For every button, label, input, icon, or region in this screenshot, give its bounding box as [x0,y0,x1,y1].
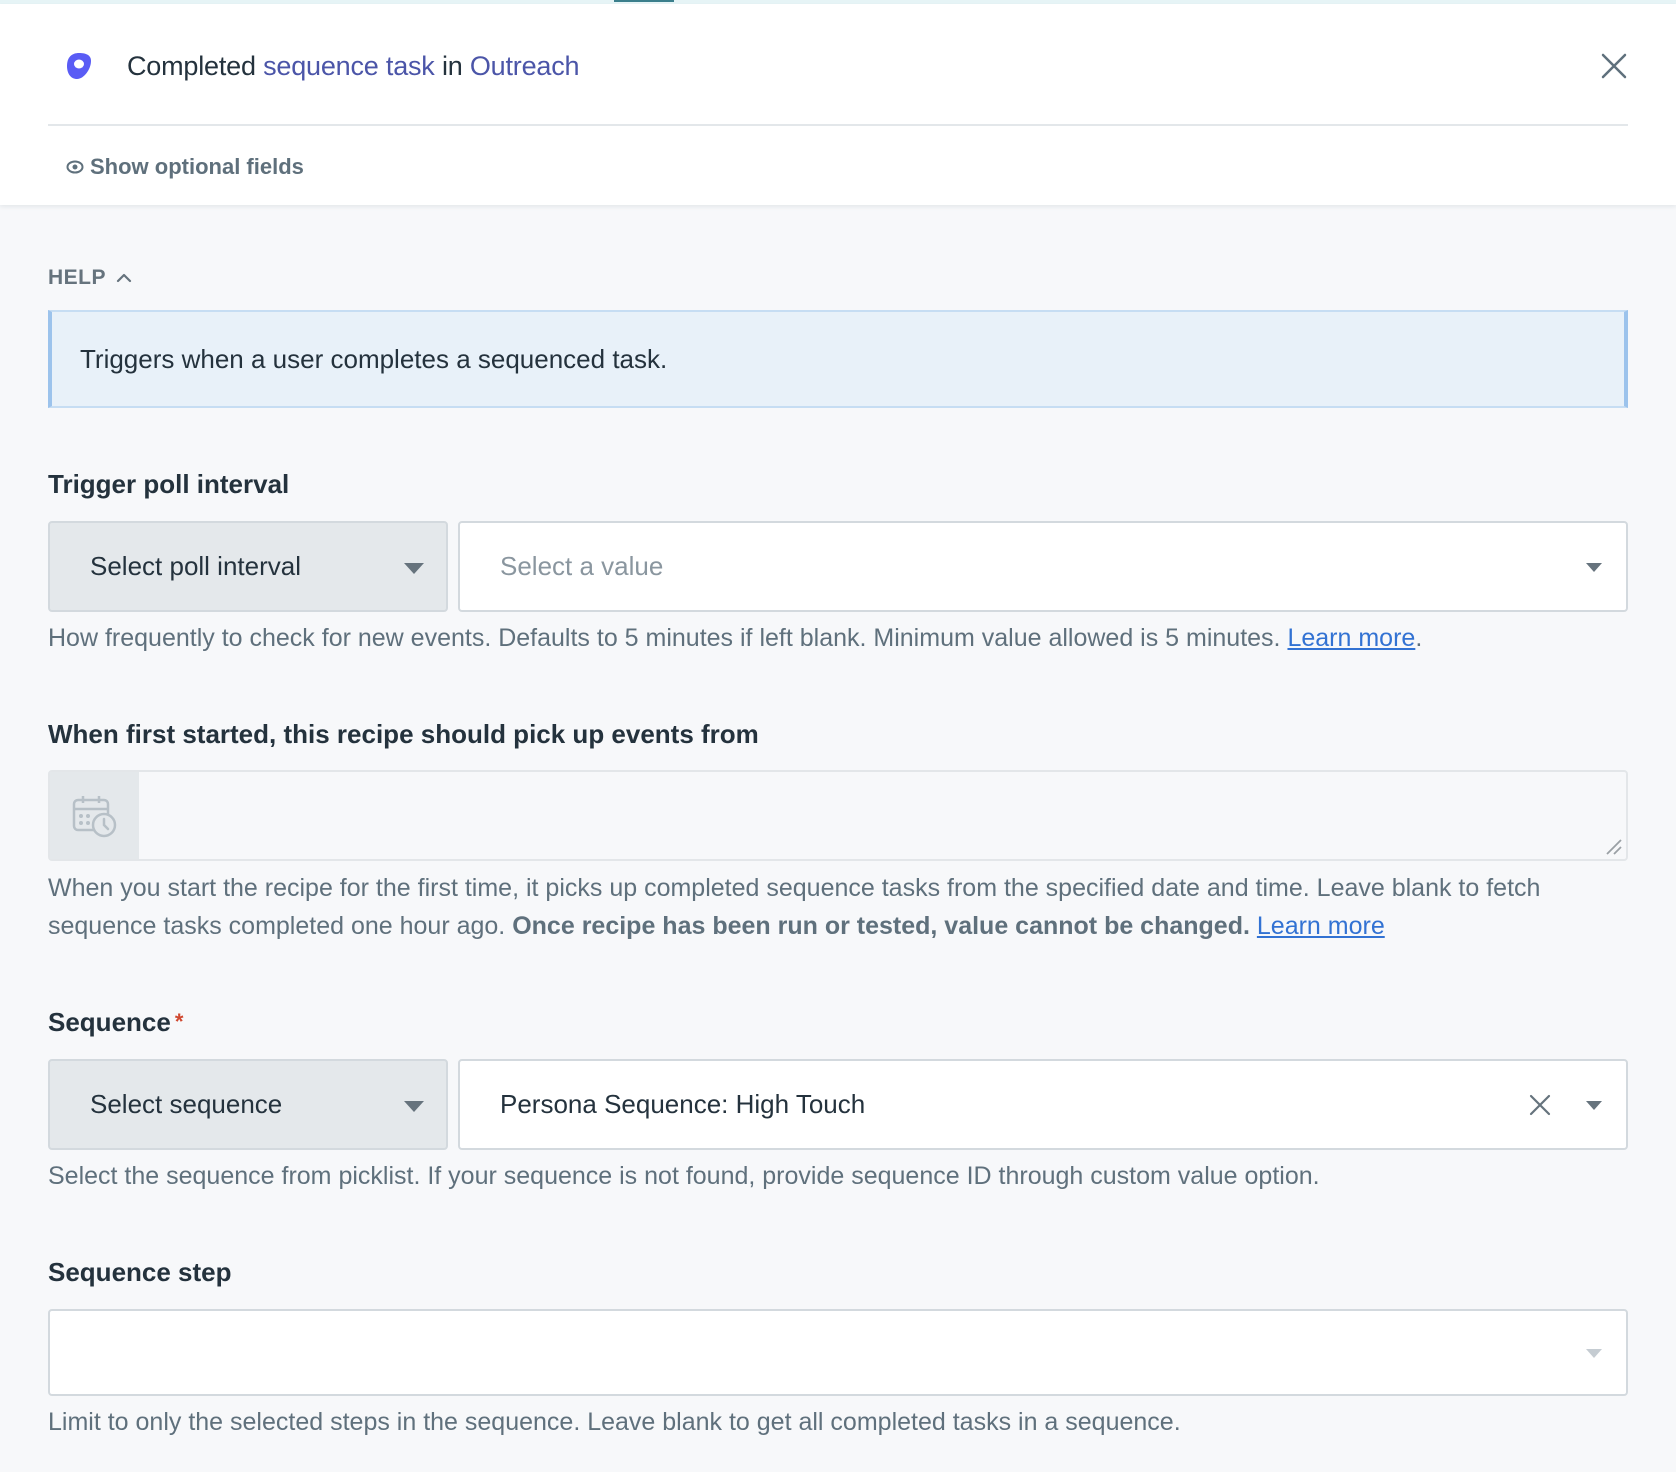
sequence-value-select[interactable]: Persona Sequence: High Touch [458,1059,1628,1150]
show-optional-fields-label: Show optional fields [90,154,304,179]
sequence-step-hint: Limit to only the selected steps in the … [48,1408,1181,1436]
caret-down-icon [404,563,424,574]
hint-period: . [1415,624,1423,652]
caret-down-icon [1586,1349,1602,1358]
eye-icon [66,160,84,174]
chevron-up-icon [116,273,132,283]
sequence-label-text: Sequence [48,1007,171,1037]
required-marker: * [174,1009,184,1034]
sequence-label: Sequence * [48,1006,183,1038]
sequence-mode-value: Select sequence [90,1089,283,1119]
caret-down-icon [404,1101,424,1112]
calendar-clock-icon [72,795,116,837]
caret-down-icon [1586,1101,1602,1110]
sequence-step-select[interactable] [48,1309,1628,1396]
close-icon[interactable] [1598,50,1630,82]
sequence-hint: Select the sequence from picklist. If yo… [48,1162,1320,1190]
help-toggle[interactable]: HELP [48,264,132,292]
clear-selection-icon[interactable] [1526,1091,1554,1119]
sequence-step-label: Sequence step [48,1257,232,1287]
poll-interval-learn-more-link[interactable]: Learn more [1287,624,1415,652]
start-from-hint-warning: Once recipe has been run or tested, valu… [512,912,1250,940]
active-tab-indicator [614,0,674,2]
date-picker-button[interactable] [50,772,139,859]
poll-interval-hint-text: How frequently to check for new events. … [48,624,1281,652]
poll-interval-label: Trigger poll interval [48,469,290,499]
header-divider [48,124,1628,126]
sequence-mode-select[interactable]: Select sequence [48,1059,448,1150]
title-app-link[interactable]: Outreach [470,51,580,81]
poll-interval-value-select[interactable]: Select a value [458,521,1628,612]
poll-interval-mode-value: Select poll interval [90,551,301,581]
start-from-date-field[interactable] [48,770,1628,861]
poll-interval-placeholder: Select a value [500,551,664,581]
start-from-learn-more-link[interactable]: Learn more [1257,912,1385,940]
help-toggle-label: HELP [48,266,107,289]
step-header: Completed sequence task in Outreach Show… [0,4,1676,205]
title-object-link[interactable]: sequence task [263,51,435,81]
start-from-hint: When you start the recipe for the first … [48,869,1638,945]
resize-handle-icon[interactable] [1605,838,1623,856]
caret-down-icon [1586,563,1602,572]
show-optional-fields-button[interactable]: Show optional fields [66,154,304,180]
outreach-logo-icon [66,52,92,80]
sequence-selected-value: Persona Sequence: High Touch [500,1089,866,1119]
help-text: Triggers when a user completes a sequenc… [80,343,668,374]
help-box: Triggers when a user completes a sequenc… [48,310,1628,408]
poll-interval-hint: How frequently to check for new events. … [48,619,1638,657]
title-prefix: Completed [127,51,256,81]
title-in: in [441,51,463,81]
step-title: Completed sequence task in Outreach [127,48,580,84]
poll-interval-mode-select[interactable]: Select poll interval [48,521,448,612]
start-from-label: When first started, this recipe should p… [48,719,759,749]
